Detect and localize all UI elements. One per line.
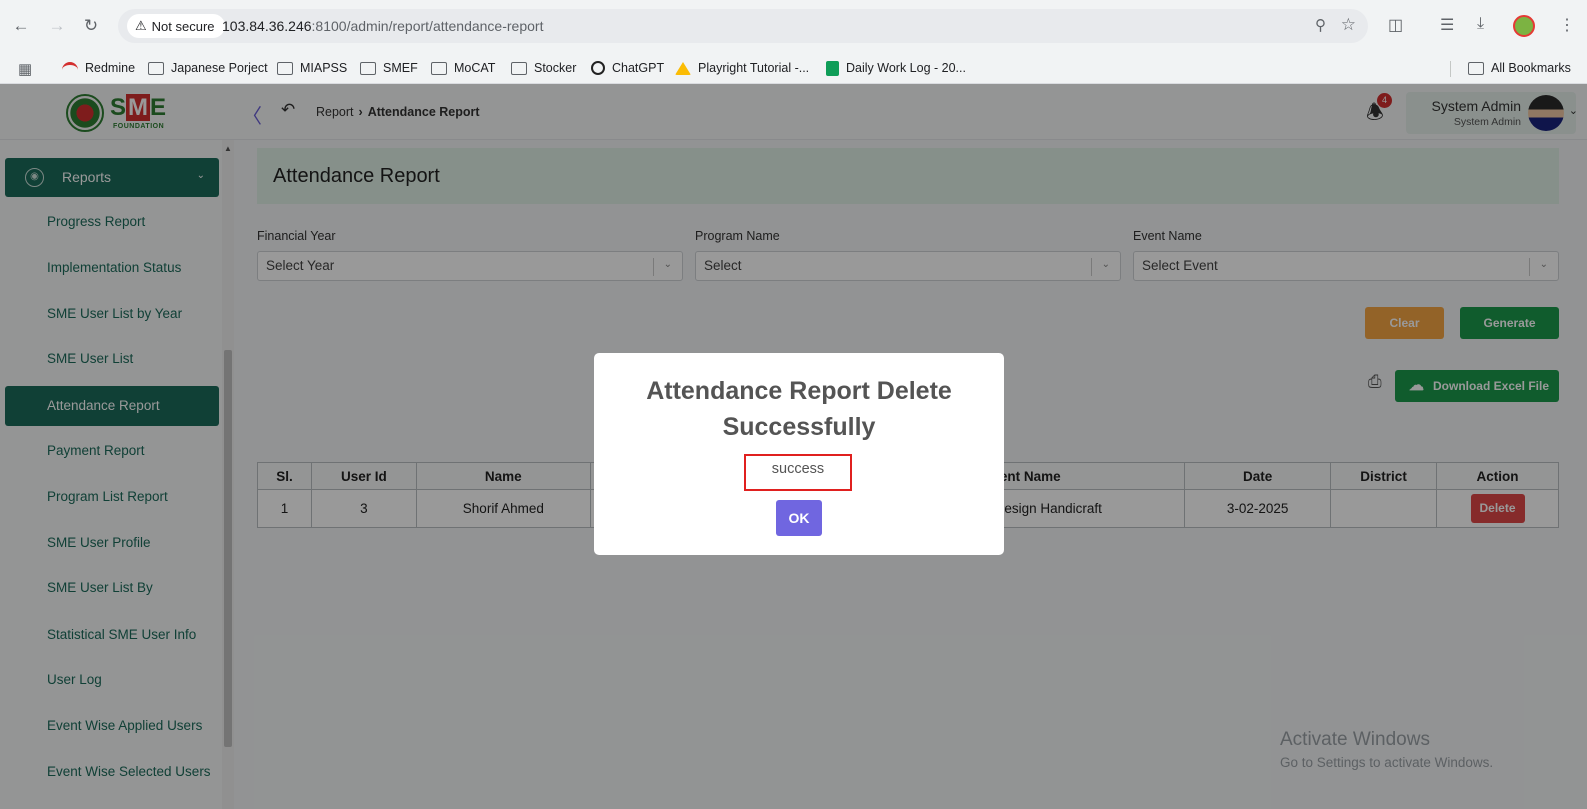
reload-icon[interactable]: ↻ [80, 15, 102, 37]
chatgpt-icon [591, 61, 605, 75]
profile-avatar[interactable] [1513, 15, 1535, 37]
download-icon[interactable]: ⤓ [1477, 15, 1484, 33]
dialog-title: Attendance Report Delete Successfully [646, 377, 952, 441]
warning-icon: ⚠ [135, 18, 147, 33]
security-chip[interactable]: ⚠ Not secure [127, 14, 225, 38]
zoom-icon[interactable]: ⚲ [1315, 16, 1326, 34]
url-text[interactable]: 103.84.36.246:8100/admin/report/attendan… [222, 18, 543, 34]
bookmark-label: ChatGPT [612, 61, 665, 75]
bookmark-stocker[interactable]: Stocker [511, 57, 576, 79]
bookmark-label: Stocker [534, 61, 577, 75]
bookmark-label: All Bookmarks [1491, 61, 1571, 75]
folder-icon [1468, 61, 1484, 75]
url-host: 103.84.36.246 [222, 18, 312, 34]
google-drive-icon [675, 61, 691, 75]
folder-icon [148, 61, 164, 75]
bookmark-label: MoCAT [454, 61, 496, 75]
folder-icon [360, 61, 376, 75]
bookmark-mocat[interactable]: MoCAT [431, 57, 495, 79]
bookmark-star-icon[interactable]: ☆ [1341, 15, 1356, 35]
bookmark-daily-work-log[interactable]: Daily Work Log - 20... [826, 57, 966, 79]
google-sheets-icon [826, 60, 839, 76]
redmine-icon [62, 61, 78, 75]
bookmark-label: Playright Tutorial -... [698, 61, 810, 75]
bookmark-label: SMEF [383, 61, 418, 75]
dialog-message: success [744, 454, 852, 491]
bookmark-label: Daily Work Log - 20... [846, 61, 966, 75]
bookmark-chatgpt[interactable]: ChatGPT [591, 57, 664, 79]
media-queue-icon[interactable]: ☰ [1440, 15, 1454, 35]
url-path: :8100/admin/report/attendance-report [311, 18, 544, 34]
back-arrow-icon[interactable]: ← [10, 15, 32, 37]
browser-toolbar: ← → ↻ ⚠ Not secure 103.84.36.246:8100/ad… [0, 0, 1587, 52]
security-label: Not secure [151, 18, 215, 34]
bookmark-divider [1450, 61, 1451, 77]
bookmark-redmine[interactable]: Redmine [62, 57, 135, 79]
bookmark-label: Redmine [85, 61, 136, 75]
bookmark-smef[interactable]: SMEF [360, 57, 418, 79]
folder-icon [277, 61, 293, 75]
success-dialog: Attendance Report Delete Successfully su… [594, 353, 1004, 555]
ok-button[interactable]: OK [776, 500, 822, 536]
bookmark-japanese-project[interactable]: Japanese Porject [148, 57, 268, 79]
bookmark-label: Japanese Porject [171, 61, 268, 75]
folder-icon [511, 61, 527, 75]
menu-kebab-icon[interactable]: ⋮ [1559, 15, 1575, 35]
address-bar[interactable]: ⚠ Not secure 103.84.36.246:8100/admin/re… [118, 9, 1368, 43]
folder-icon [431, 61, 447, 75]
bookmarks-bar: ▦ Redmine Japanese Porject MIAPSS SMEF M… [0, 52, 1587, 84]
bookmark-miapss[interactable]: MIAPSS [277, 57, 347, 79]
bookmark-playright[interactable]: Playright Tutorial -... [675, 57, 809, 79]
forward-arrow-icon[interactable]: → [46, 15, 68, 37]
apps-grid-icon[interactable]: ▦ [18, 60, 32, 78]
all-bookmarks[interactable]: All Bookmarks [1468, 57, 1571, 79]
extensions-icon[interactable]: ◫ [1388, 15, 1403, 35]
bookmark-label: MIAPSS [300, 61, 348, 75]
